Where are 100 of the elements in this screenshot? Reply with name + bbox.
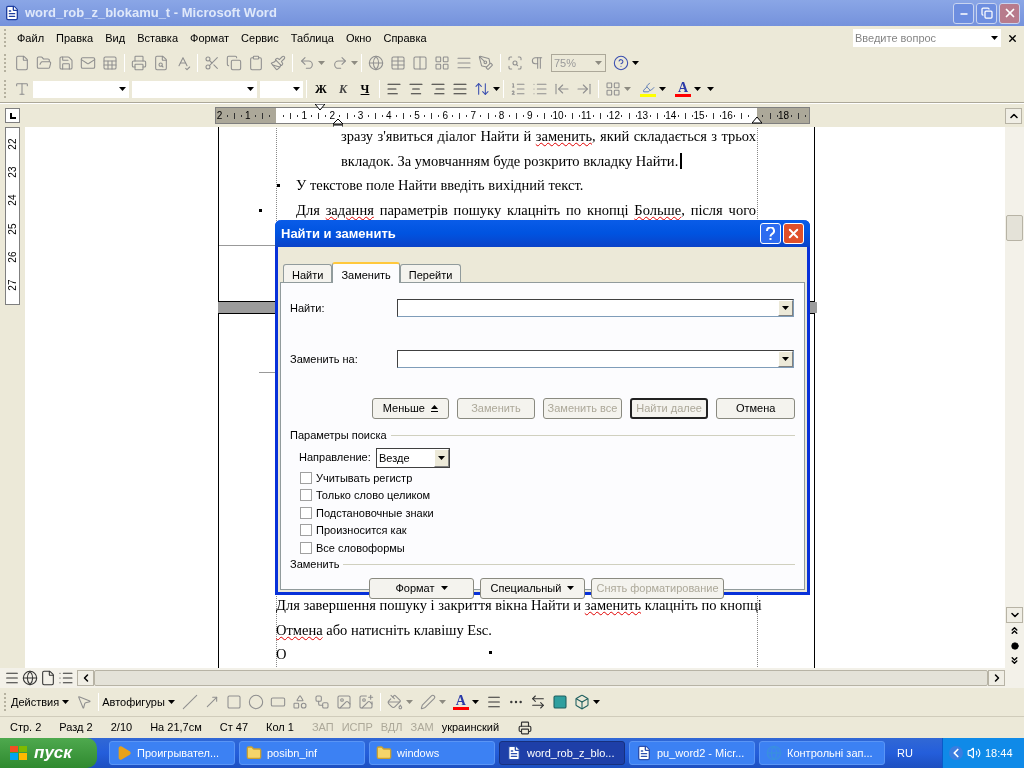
- picture-icon[interactable]: [357, 694, 374, 710]
- help-search-field[interactable]: Введите вопрос: [853, 29, 987, 47]
- bullet-list-icon[interactable]: [532, 81, 548, 97]
- pen-icon[interactable]: [478, 55, 494, 71]
- dropdown-caret-icon[interactable]: [167, 700, 175, 704]
- align-left-icon[interactable]: [386, 81, 402, 97]
- checkbox[interactable]: [300, 524, 312, 537]
- scroll-down-button[interactable]: [1006, 607, 1023, 623]
- indent-marker-icon[interactable]: [752, 117, 762, 124]
- envelope-icon[interactable]: [80, 55, 96, 71]
- globe-icon[interactable]: [368, 55, 384, 71]
- close-icon[interactable]: [1007, 32, 1018, 44]
- spellcheck-icon[interactable]: [175, 55, 191, 71]
- scrollbar-thumb[interactable]: [94, 670, 988, 686]
- dialog-button[interactable]: Отмена: [716, 398, 795, 419]
- align-center-icon[interactable]: [408, 81, 424, 97]
- magnifier-icon[interactable]: [507, 55, 523, 71]
- font-color-button[interactable]: A: [452, 694, 469, 710]
- dialog-button[interactable]: Формат: [369, 577, 474, 599]
- dropdown-caret-icon[interactable]: [990, 36, 998, 40]
- checkbox[interactable]: [300, 489, 312, 502]
- menu-item[interactable]: Файл: [11, 29, 51, 47]
- restore-button[interactable]: [976, 2, 997, 24]
- redo-icon[interactable]: [332, 55, 348, 71]
- underline-button[interactable]: Ч: [354, 80, 376, 98]
- start-button[interactable]: пуск: [0, 738, 97, 768]
- dropdown-caret-icon[interactable]: [62, 700, 70, 704]
- scroll-up-button[interactable]: [1005, 107, 1022, 124]
- menu-item[interactable]: Вставка: [131, 29, 184, 47]
- outline-view-icon[interactable]: [58, 670, 74, 686]
- copy-icon[interactable]: [226, 55, 242, 71]
- pointer-icon[interactable]: [76, 694, 93, 710]
- text-box-icon[interactable]: [269, 694, 286, 710]
- dropdown-caret-icon[interactable]: [782, 357, 789, 361]
- menu-item[interactable]: Правка: [50, 29, 100, 47]
- help-bubble-icon[interactable]: [613, 55, 629, 71]
- direction-select[interactable]: Везде: [376, 447, 450, 468]
- normal-view-icon[interactable]: [4, 670, 20, 686]
- numbered-list-icon[interactable]: [510, 81, 526, 97]
- checkbox[interactable]: [300, 541, 312, 554]
- font-color-button[interactable]: A: [675, 81, 691, 97]
- scroll-right-button[interactable]: [988, 670, 1005, 686]
- grid-icon[interactable]: [434, 55, 450, 71]
- combo-field[interactable]: [397, 350, 794, 368]
- clip-art-icon[interactable]: [335, 694, 352, 710]
- taskbar-button[interactable]: Проигрывател...: [109, 741, 235, 765]
- scroll-left-button[interactable]: [77, 670, 94, 686]
- actions-menu[interactable]: Действия: [11, 693, 70, 711]
- dropdown-caret-icon[interactable]: [247, 87, 254, 91]
- taskbar-button[interactable]: windows: [369, 741, 495, 765]
- shapes-icon[interactable]: [291, 694, 308, 710]
- window-icon[interactable]: [412, 55, 428, 71]
- menu-item[interactable]: Вид: [99, 29, 132, 47]
- blank-page-icon[interactable]: [14, 55, 30, 71]
- menu-item[interactable]: Формат: [184, 29, 236, 47]
- shadow-icon[interactable]: [551, 694, 568, 710]
- outdent-icon[interactable]: [554, 81, 570, 97]
- taskbar-button[interactable]: word_rob_z_blo...: [499, 741, 625, 765]
- page-magnifier-icon[interactable]: [153, 55, 169, 71]
- dialog-button[interactable]: Специальный: [480, 577, 585, 599]
- dropdown-caret-icon[interactable]: [659, 87, 666, 91]
- help-button[interactable]: [760, 223, 781, 244]
- menu-item[interactable]: Сервис: [235, 29, 285, 47]
- bold-button[interactable]: Ж: [310, 80, 332, 98]
- align-right-icon[interactable]: [430, 81, 446, 97]
- dropdown-caret-icon[interactable]: [471, 700, 479, 704]
- arrow-style-icon[interactable]: [529, 694, 546, 710]
- undo-icon[interactable]: [299, 55, 315, 71]
- indent-icon[interactable]: [576, 81, 592, 97]
- line-spacing-icon[interactable]: [474, 81, 490, 97]
- italic-button[interactable]: К: [332, 80, 354, 98]
- dropdown-caret-icon[interactable]: [592, 700, 600, 704]
- vertical-ruler[interactable]: 22 23 24 25 26 27: [5, 127, 20, 305]
- printer-icon[interactable]: [131, 55, 147, 71]
- dropdown-caret-icon[interactable]: [293, 87, 300, 91]
- checkbox[interactable]: [300, 471, 312, 484]
- pen-icon[interactable]: [419, 694, 436, 710]
- dropdown-caret-icon[interactable]: [632, 61, 639, 65]
- ruler[interactable]: 2 1 1 2 3 4 5 6 7 8 9 10 11 12 13 14 15 16 18: [215, 107, 810, 124]
- scrollbar-thumb[interactable]: [1006, 215, 1023, 241]
- dropdown-caret-icon[interactable]: [782, 306, 789, 310]
- dialog-tab[interactable]: Заменить: [332, 262, 400, 283]
- pilcrow-icon[interactable]: [529, 55, 545, 71]
- styles-icon[interactable]: [14, 81, 30, 97]
- dropdown-caret-icon[interactable]: [493, 87, 500, 91]
- dialog-tab[interactable]: Перейти: [399, 264, 462, 282]
- paint-bucket-icon[interactable]: [386, 694, 403, 710]
- combo-field[interactable]: [397, 299, 794, 317]
- line-icon[interactable]: [181, 694, 198, 710]
- dropdown-caret-icon[interactable]: [119, 87, 126, 91]
- caret-icon[interactable]: [440, 586, 448, 590]
- web-view-icon[interactable]: [22, 670, 38, 686]
- scissors-icon[interactable]: [204, 55, 220, 71]
- page-view-icon[interactable]: [40, 670, 56, 686]
- border-icon[interactable]: [605, 81, 621, 97]
- rectangle-icon[interactable]: [225, 694, 242, 710]
- dropdown-caret-icon[interactable]: [438, 455, 445, 460]
- oval-icon[interactable]: [247, 694, 264, 710]
- expand-tray-icon[interactable]: [949, 746, 963, 760]
- close-button[interactable]: [999, 2, 1020, 24]
